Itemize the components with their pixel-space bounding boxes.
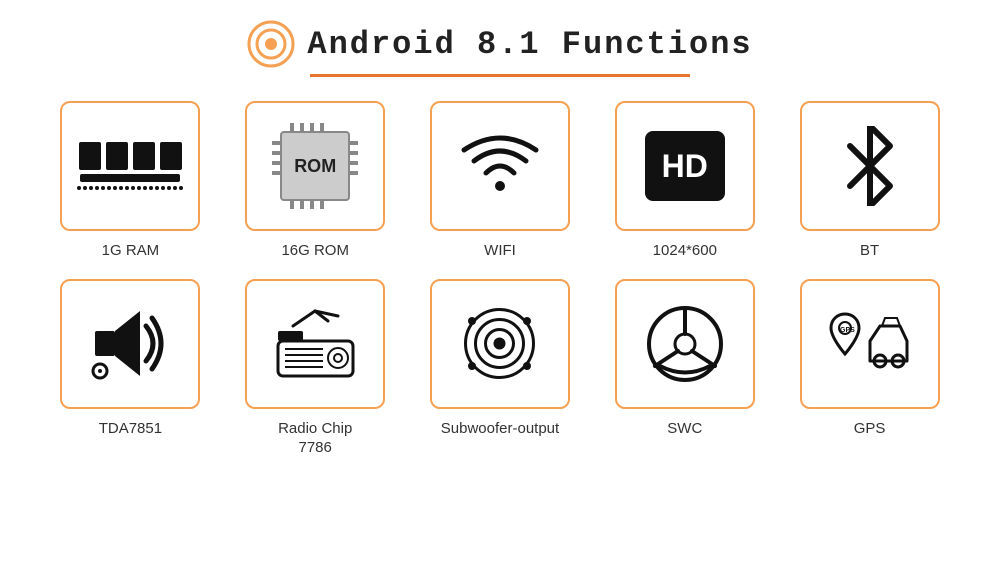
page-title: Android 8.1 Functions (307, 26, 752, 63)
subwoofer-icon (462, 306, 537, 381)
feature-grid: 1G RAM ROM (50, 101, 950, 458)
page-header: Android 8.1 Functions (247, 20, 752, 68)
bt-label: BT (860, 241, 879, 261)
radio-label: Radio Chip 7786 (278, 419, 352, 458)
gps-label: GPS (854, 419, 886, 439)
feature-radio: Radio Chip 7786 (235, 279, 396, 458)
wifi-icon (460, 131, 540, 201)
rom-chip-icon: ROM (280, 131, 350, 201)
feature-rom: ROM (235, 101, 396, 261)
wifi-icon-box (430, 101, 570, 231)
feature-wifi: WIFI (420, 101, 581, 261)
radio-icon-box (245, 279, 385, 409)
ram-icon (77, 142, 183, 190)
bt-icon-box (800, 101, 940, 231)
subwoofer-icon-box (430, 279, 570, 409)
swc-label: SWC (667, 419, 702, 439)
hd-icon-box: HD (615, 101, 755, 231)
ram-icon-box (60, 101, 200, 231)
gps-icon-box: GPS (800, 279, 940, 409)
android-icon (247, 20, 295, 68)
subwoofer-label: Subwoofer-output (441, 419, 559, 439)
feature-tda: TDA7851 (50, 279, 211, 458)
wifi-label: WIFI (484, 241, 516, 261)
tda-icon-box (60, 279, 200, 409)
steering-wheel-icon (645, 304, 725, 384)
feature-subwoofer: Subwoofer-output (420, 279, 581, 458)
feature-hd: HD 1024*600 (604, 101, 765, 261)
swc-icon-box (615, 279, 755, 409)
rom-label: 16G ROM (281, 241, 349, 261)
gps-icon: GPS (825, 306, 915, 381)
feature-gps: GPS GPS (789, 279, 950, 458)
hd-label: 1024*600 (653, 241, 717, 261)
speaker-icon (90, 306, 170, 381)
feature-bt: BT (789, 101, 950, 261)
bluetooth-icon (840, 126, 900, 206)
tda-label: TDA7851 (99, 419, 162, 439)
feature-ram: 1G RAM (50, 101, 211, 261)
feature-swc: SWC (604, 279, 765, 458)
hd-icon: HD (645, 131, 725, 201)
radio-icon (273, 306, 358, 381)
ram-label: 1G RAM (102, 241, 160, 261)
title-underline (310, 74, 690, 77)
rom-icon-box: ROM (245, 101, 385, 231)
svg-text:GPS: GPS (840, 327, 855, 334)
